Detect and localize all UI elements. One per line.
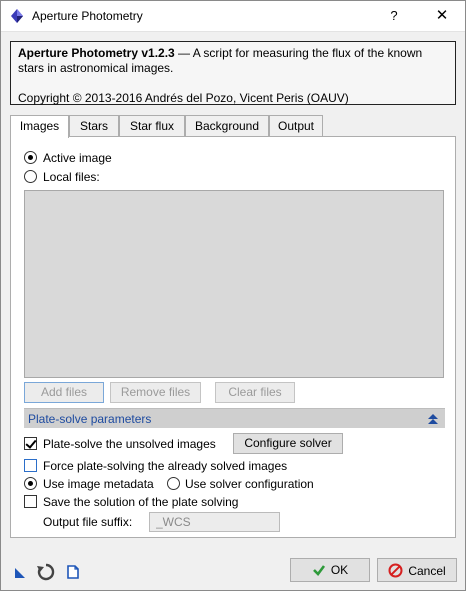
- tab-stars[interactable]: Stars: [69, 115, 119, 137]
- use-solver-configuration-radio[interactable]: [167, 477, 180, 490]
- cancel-label: Cancel: [408, 564, 446, 578]
- save-solution-checkbox[interactable]: [24, 495, 37, 508]
- save-solution-label[interactable]: Save the solution of the plate solving: [43, 495, 238, 509]
- use-image-metadata-radio[interactable]: [24, 477, 37, 490]
- use-image-metadata-label[interactable]: Use image metadata: [43, 477, 154, 491]
- cancel-icon: [388, 563, 403, 578]
- reset-icon[interactable]: [36, 562, 56, 582]
- configure-solver-button[interactable]: Configure solver: [233, 433, 343, 454]
- tab-output[interactable]: Output: [269, 115, 323, 137]
- help-button[interactable]: ?: [379, 5, 409, 27]
- script-name: Aperture Photometry v1.2.3: [18, 46, 175, 60]
- copyright-text: Copyright © 2013-2016 Andrés del Pozo, V…: [18, 91, 349, 105]
- new-instance-icon[interactable]: [14, 567, 26, 579]
- dialog-window: Aperture Photometry ? ✕ Aperture Photome…: [0, 0, 466, 591]
- clear-files-button[interactable]: Clear files: [215, 382, 295, 403]
- remove-files-button[interactable]: Remove files: [110, 382, 201, 403]
- active-image-radio[interactable]: [24, 151, 37, 164]
- cancel-button[interactable]: Cancel: [377, 558, 457, 582]
- tab-background[interactable]: Background: [185, 115, 269, 137]
- local-files-label[interactable]: Local files:: [43, 170, 100, 184]
- documentation-icon[interactable]: [67, 565, 79, 579]
- plate-solve-section-title: Plate-solve parameters: [28, 412, 152, 426]
- script-info-box: Aperture Photometry v1.2.3 — A script fo…: [10, 41, 456, 105]
- tab-images[interactable]: Images: [10, 115, 69, 138]
- pixinsight-app-icon: [11, 9, 23, 23]
- images-tab-panel: Active image Local files: Add files Remo…: [10, 136, 456, 538]
- add-files-button[interactable]: Add files: [24, 382, 104, 403]
- use-solver-configuration-label[interactable]: Use solver configuration: [185, 477, 314, 491]
- force-plate-solving-label[interactable]: Force plate-solving the already solved i…: [43, 459, 287, 473]
- tab-star-flux[interactable]: Star flux: [119, 115, 185, 137]
- ok-button[interactable]: OK: [290, 558, 370, 582]
- output-suffix-label: Output file suffix:: [43, 515, 133, 529]
- force-plate-solving-checkbox[interactable]: [24, 459, 37, 472]
- active-image-label[interactable]: Active image: [43, 151, 112, 165]
- output-suffix-input[interactable]: [149, 512, 280, 532]
- plate-solve-unsolved-label[interactable]: Plate-solve the unsolved images: [43, 437, 216, 451]
- collapse-up-icon[interactable]: [427, 413, 439, 425]
- plate-solve-unsolved-checkbox[interactable]: [24, 437, 37, 450]
- local-files-radio[interactable]: [24, 170, 37, 183]
- window-title: Aperture Photometry: [32, 9, 143, 23]
- ok-label: OK: [330, 563, 349, 577]
- file-list[interactable]: [24, 190, 444, 378]
- plate-solve-section-header[interactable]: Plate-solve parameters: [24, 408, 445, 428]
- checkmark-icon: [312, 565, 325, 576]
- close-button[interactable]: ✕: [425, 5, 459, 27]
- title-bar: Aperture Photometry ? ✕: [1, 1, 465, 32]
